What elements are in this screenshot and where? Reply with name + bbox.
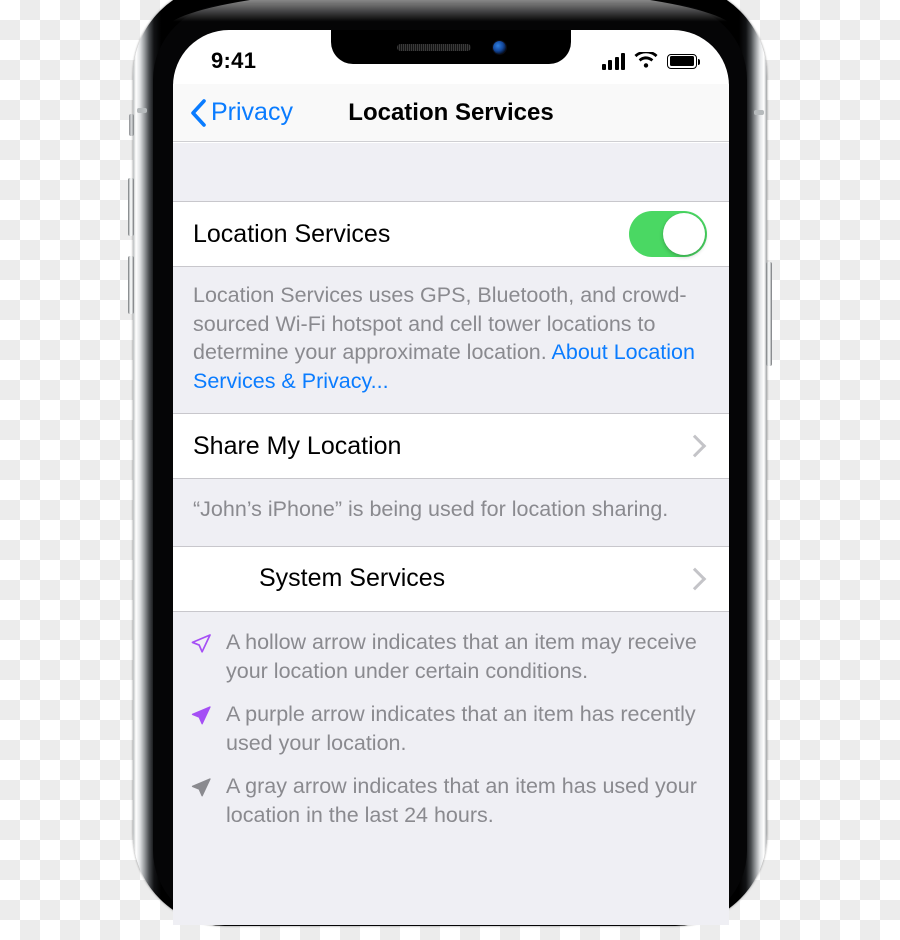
share-my-location-description: “John’s iPhone” is being used for locati… [173,479,729,546]
chevron-right-icon [683,567,707,591]
location-services-toggle[interactable] [629,211,707,257]
battery-full-icon [667,53,701,69]
arrow-legend: A hollow arrow indicates that an item ma… [173,611,729,850]
phone-screen: 9:41 Privacy Location Services Location … [173,30,729,925]
row-location-services-label: Location Services [193,219,391,248]
settings-content[interactable]: Location Services Location Services uses… [173,143,729,925]
gray-arrow-icon [189,772,215,805]
row-system-services[interactable]: System Services [173,545,729,612]
row-share-my-location[interactable]: Share My Location [173,413,729,480]
status-bar-time: 9:41 [211,48,257,73]
chevron-left-icon [191,98,206,127]
antenna-band-right [754,110,764,115]
back-button-label: Privacy [211,98,293,126]
signal-bars-icon [601,52,625,70]
row-share-my-location-label: Share My Location [193,431,402,460]
chevron-right-icon [683,435,707,458]
display-notch [331,30,571,64]
antenna-band-left [137,108,147,113]
group-spacer-top [173,143,729,201]
ringer-switch[interactable] [129,114,134,136]
back-button[interactable]: Privacy [189,98,293,128]
navigation-bar: Privacy Location Services [173,84,729,142]
front-camera-icon [492,40,506,54]
toggle-knob [663,213,705,255]
side-power-button[interactable] [766,262,772,366]
wifi-icon [634,52,658,68]
legend-item-text: A gray arrow indicates that an item has … [226,774,697,827]
legend-item: A purple arrow indicates that an item ha… [189,700,703,757]
location-services-description: Location Services uses GPS, Bluetooth, a… [173,267,729,414]
status-bar-icons [601,52,701,70]
volume-up-button[interactable] [128,178,134,236]
hollow-arrow-icon [189,628,215,661]
legend-item: A hollow arrow indicates that an item ma… [189,628,703,685]
page-title: Location Services [348,98,554,126]
earpiece-speaker-icon [396,43,471,51]
row-system-services-label: System Services [259,564,446,593]
volume-down-button[interactable] [128,256,134,314]
legend-item-text: A hollow arrow indicates that an item ma… [226,629,697,683]
purple-arrow-icon [189,700,215,733]
legend-item-text: A purple arrow indicates that an item ha… [226,702,696,755]
row-location-services[interactable]: Location Services [173,201,729,267]
legend-item: A gray arrow indicates that an item has … [189,772,703,829]
